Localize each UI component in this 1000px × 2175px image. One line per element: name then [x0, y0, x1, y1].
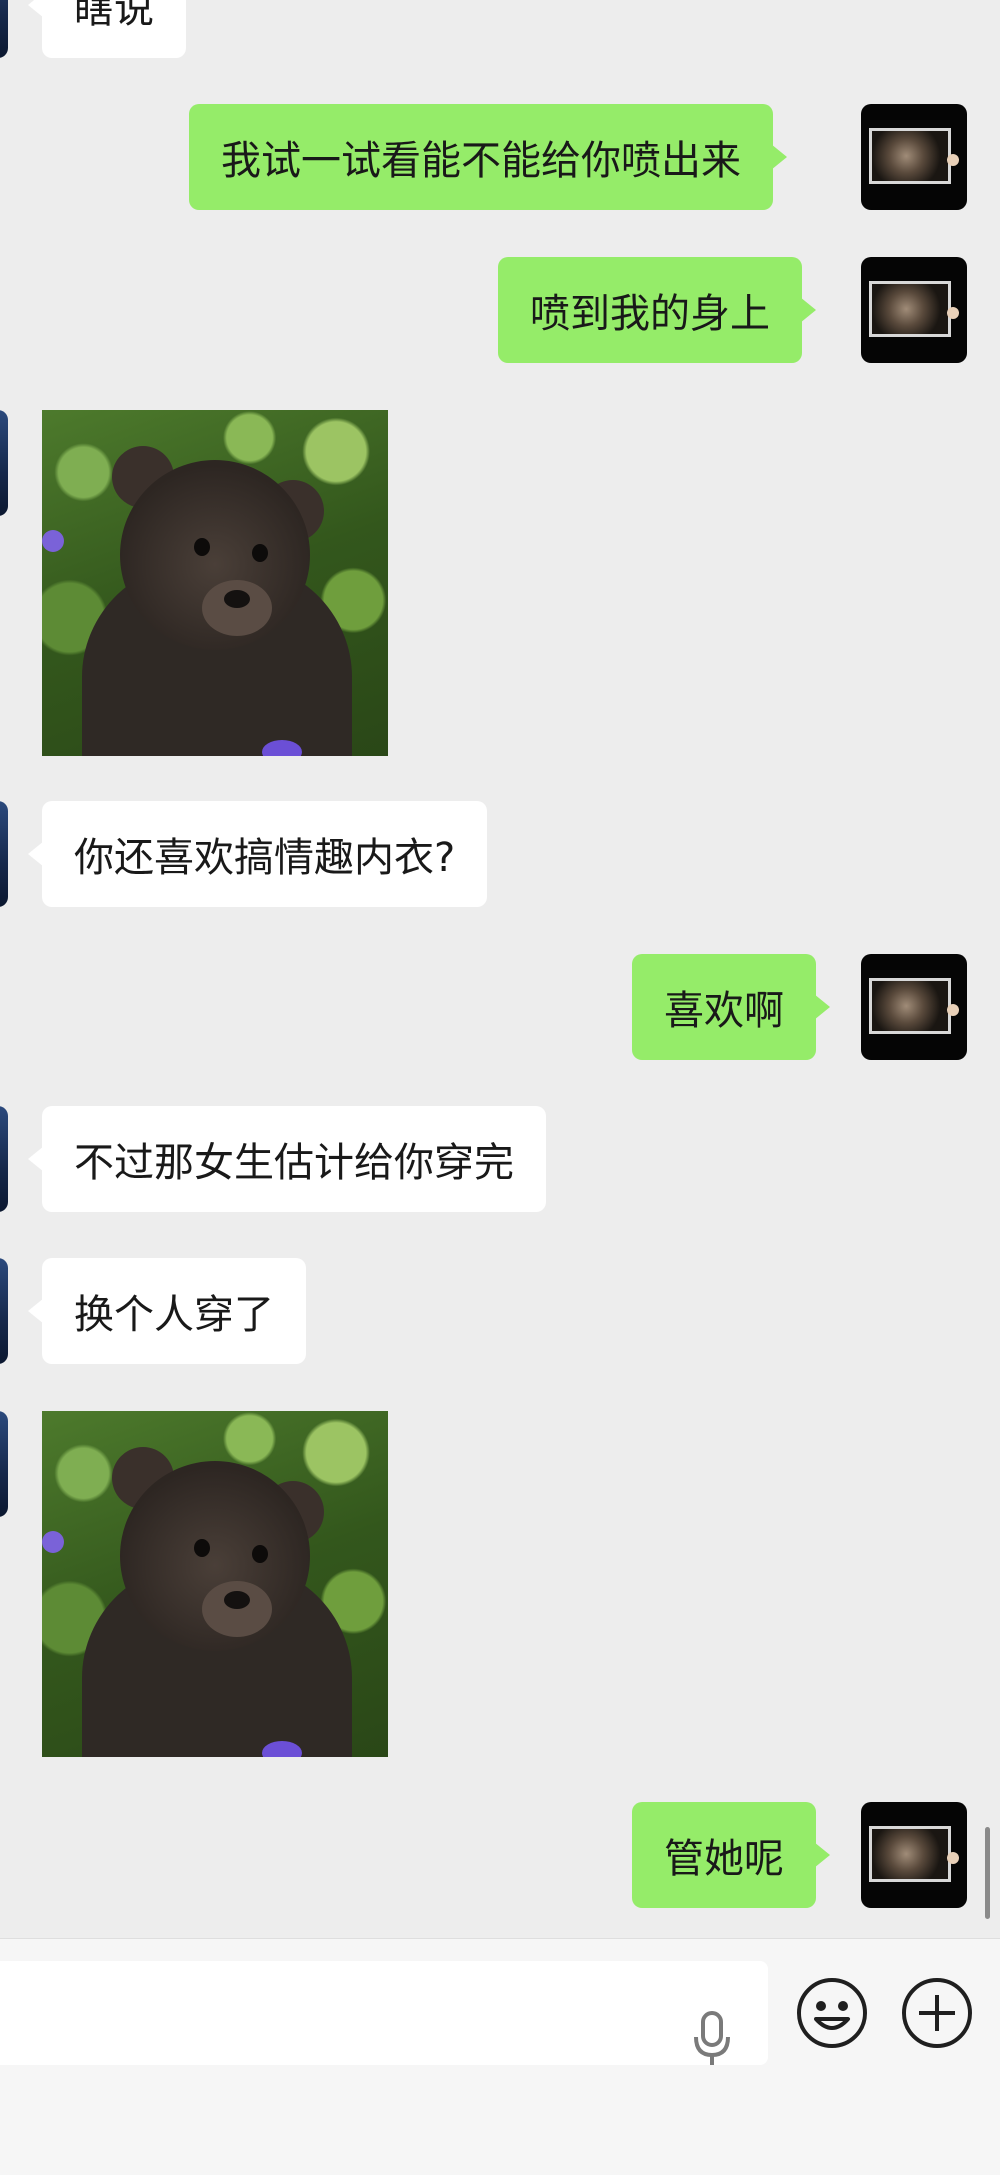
- outgoing-message[interactable]: 喜欢啊: [632, 954, 830, 1060]
- user-avatar[interactable]: [861, 104, 967, 210]
- avatar-detail: [947, 154, 959, 166]
- microphone-icon[interactable]: [690, 2011, 734, 2067]
- incoming-message[interactable]: 瞎说: [28, 0, 186, 58]
- avatar-detail: [947, 1852, 959, 1864]
- incoming-message[interactable]: 你还喜欢搞情趣内衣?: [27, 801, 488, 907]
- avatar-detail: [947, 1004, 959, 1016]
- avatar-picture-frame: [869, 1826, 951, 1882]
- avatar-picture-frame: [869, 978, 951, 1034]
- bear-nose: [224, 590, 250, 608]
- contact-avatar[interactable]: [0, 1258, 8, 1364]
- message-text: 瞎说: [74, 0, 154, 32]
- contact-avatar[interactable]: [0, 410, 8, 516]
- incoming-message[interactable]: 换个人穿了: [28, 1258, 306, 1364]
- bear-eye: [252, 1545, 268, 1563]
- avatar-picture-frame: [869, 281, 951, 337]
- message-text: 不过那女生估计给你穿完: [74, 1140, 514, 1186]
- outgoing-message[interactable]: 管她呢: [632, 1802, 830, 1908]
- outgoing-message[interactable]: 喷到我的身上: [498, 257, 816, 363]
- message-input-bar: [0, 1938, 1000, 2175]
- contact-avatar[interactable]: [0, 1106, 8, 1212]
- message-text: 喜欢啊: [664, 988, 784, 1034]
- bear-snout: [202, 580, 272, 636]
- bear-eye: [194, 538, 210, 556]
- message-text: 你还喜欢搞情趣内衣?: [74, 835, 456, 881]
- message-text: 管她呢: [664, 1836, 784, 1882]
- chat-message-list[interactable]: 瞎说 我试一试看能不能给你喷出来 喷到我的身上 你还喜欢搞情趣内衣? 喜欢啊 不…: [0, 0, 1000, 1938]
- user-avatar[interactable]: [861, 954, 967, 1060]
- bear-cub-sticker[interactable]: [42, 410, 388, 756]
- emoji-icon[interactable]: [796, 1977, 868, 2049]
- bear-eye: [252, 544, 268, 562]
- bear-nose: [224, 1591, 250, 1609]
- incoming-message[interactable]: 不过那女生估计给你穿完: [28, 1106, 546, 1212]
- bear-eye: [194, 1539, 210, 1557]
- message-text: 我试一试看能不能给你喷出来: [221, 138, 741, 184]
- user-avatar[interactable]: [861, 257, 967, 363]
- contact-avatar[interactable]: [0, 801, 8, 907]
- message-text: 换个人穿了: [74, 1292, 274, 1338]
- contact-avatar[interactable]: [0, 1411, 8, 1517]
- message-text: 喷到我的身上: [530, 291, 770, 337]
- outgoing-message[interactable]: 我试一试看能不能给你喷出来: [189, 104, 787, 210]
- bear-cub-sticker[interactable]: [42, 1411, 388, 1757]
- message-text-input[interactable]: [0, 1961, 768, 2065]
- user-avatar[interactable]: [861, 1802, 967, 1908]
- avatar-picture-frame: [869, 128, 951, 184]
- bear-snout: [202, 1581, 272, 1637]
- purple-flower: [42, 530, 64, 552]
- avatar-detail: [947, 307, 959, 319]
- chat-scrollbar[interactable]: [985, 1827, 990, 1919]
- purple-flower: [42, 1531, 64, 1553]
- contact-avatar[interactable]: [0, 0, 8, 58]
- plus-icon[interactable]: [901, 1977, 973, 2049]
